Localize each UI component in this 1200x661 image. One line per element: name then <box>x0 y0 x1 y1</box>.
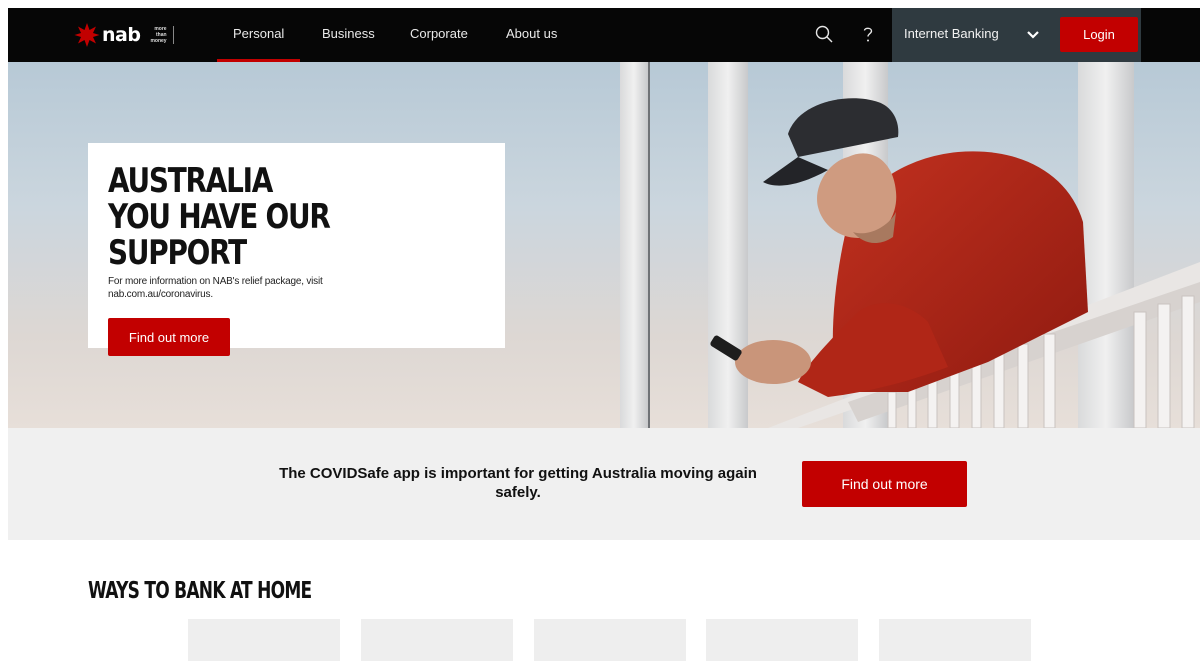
help-icon[interactable] <box>858 24 878 44</box>
covidsafe-banner: The COVIDSafe app is important for getti… <box>8 428 1200 540</box>
bank-option-card[interactable] <box>706 619 858 661</box>
nav-link-corporate[interactable]: Corporate <box>410 8 468 62</box>
chevron-down-icon[interactable] <box>1026 30 1040 40</box>
covidsafe-message: The COVIDSafe app is important for getti… <box>279 465 757 501</box>
browser-viewport: nab more than money Personal Business Co… <box>8 8 1200 661</box>
internet-banking-panel: Internet Banking Login <box>892 8 1141 62</box>
bank-option-card[interactable] <box>361 619 513 661</box>
nab-logo[interactable]: nab more than money <box>74 20 174 50</box>
promo-heading-line: AUSTRALIA <box>108 161 273 201</box>
tagline-line: money <box>150 38 167 44</box>
covidsafe-find-out-more-button[interactable]: Find out more <box>802 461 967 507</box>
promo-description: For more information on NAB's relief pac… <box>108 276 323 300</box>
brand-tagline: more than money <box>150 26 174 44</box>
hero-banner: AUSTRALIA YOU HAVE OUR SUPPORT For more … <box>8 62 1200 428</box>
ways-to-bank-heading: WAYS TO BANK AT HOME <box>88 578 312 604</box>
nav-link-business[interactable]: Business <box>322 8 375 62</box>
nav-link-about-us[interactable]: About us <box>506 8 557 62</box>
support-promo-card: AUSTRALIA YOU HAVE OUR SUPPORT For more … <box>88 143 505 356</box>
bank-option-card[interactable] <box>188 619 340 661</box>
bank-option-card[interactable] <box>879 619 1031 661</box>
promo-heading: AUSTRALIA YOU HAVE OUR SUPPORT <box>108 163 461 271</box>
page: nab more than money Personal Business Co… <box>0 0 1200 661</box>
hero-find-out-more-button[interactable]: Find out more <box>108 318 230 356</box>
brand-name: nab <box>102 24 141 46</box>
internet-banking-dropdown[interactable]: Internet Banking <box>904 8 999 60</box>
login-button[interactable]: Login <box>1060 17 1138 52</box>
nab-star-icon <box>74 23 100 47</box>
top-navigation: nab more than money Personal Business Co… <box>8 8 1200 62</box>
nav-link-personal[interactable]: Personal <box>216 8 301 62</box>
bank-option-card[interactable] <box>534 619 686 661</box>
promo-heading-line: YOU HAVE OUR SUPPORT <box>108 197 331 273</box>
search-icon[interactable] <box>814 24 834 44</box>
